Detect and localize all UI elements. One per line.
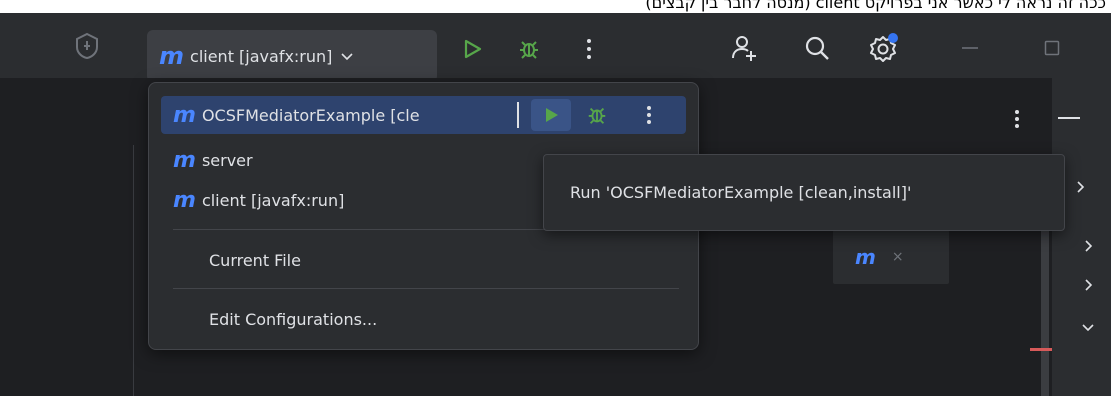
minimize-icon[interactable] [955, 33, 985, 63]
run-icon [546, 108, 558, 122]
close-icon[interactable]: × [892, 249, 904, 265]
run-button[interactable] [531, 99, 571, 131]
editor-tab[interactable]: m × [833, 230, 949, 284]
edit-configurations-label: Edit Configurations... [209, 309, 378, 329]
more-vertical-icon[interactable] [577, 32, 601, 66]
run-configuration-label: client [javafx:run] [190, 46, 333, 66]
project-widget-icon[interactable] [72, 31, 102, 61]
header-note: ככה זה נראה לי כאשר אני בפרויקט client (… [645, 0, 1106, 12]
debug-button[interactable] [577, 99, 617, 131]
notification-badge [888, 33, 898, 43]
config-item-label: client [javafx:run] [201, 190, 345, 210]
maven-icon: m [173, 147, 196, 173]
config-item-ocsfmediatorexample[interactable]: m OCSFMediatorExample [cle [161, 96, 686, 134]
chevron-down-icon [340, 51, 354, 61]
run-button[interactable] [455, 32, 489, 66]
text-cursor [517, 102, 519, 128]
add-user-icon[interactable] [727, 31, 761, 65]
chevron-right-icon[interactable] [1070, 175, 1090, 199]
more-vertical-icon[interactable] [629, 99, 669, 131]
maven-icon: m [159, 42, 185, 70]
search-icon[interactable] [800, 31, 834, 65]
maximize-icon[interactable] [1037, 33, 1067, 63]
chevron-right-icon[interactable] [1078, 234, 1098, 258]
edit-configurations-item[interactable]: Edit Configurations... [161, 302, 686, 336]
error-marker[interactable] [1030, 348, 1052, 351]
config-item-label: server [201, 150, 253, 170]
debug-button[interactable] [512, 32, 546, 66]
main-toolbar: m client [javafx:run] [0, 13, 1111, 82]
chevron-right-icon[interactable] [1078, 273, 1098, 297]
config-item-label: OCSFMediatorExample [cle [201, 105, 420, 125]
current-file-item[interactable]: Current File [161, 243, 686, 277]
menu-divider [173, 288, 679, 289]
chevron-down-icon[interactable] [1077, 316, 1099, 338]
maven-icon: m [173, 187, 196, 213]
run-tooltip: Run 'OCSFMediatorExample [clean,install]… [543, 154, 1065, 231]
more-vertical-icon[interactable] [1005, 104, 1029, 134]
debug-icon [588, 107, 606, 124]
maven-reload-icon: m [855, 245, 876, 269]
maven-icon: m [173, 102, 196, 128]
run-configuration-selector[interactable]: m client [javafx:run] [147, 30, 437, 82]
gutter-divider [133, 145, 134, 396]
title-strip: ככה זה נראה לי כאשר אני בפרויקט client (… [0, 0, 1111, 13]
current-file-label: Current File [209, 250, 301, 270]
vertical-scrollbar[interactable] [1041, 230, 1049, 396]
tooltip-text: Run 'OCSFMediatorExample [clean,install]… [570, 183, 912, 202]
settings-icon[interactable] [864, 29, 904, 67]
panel-minimize-dash[interactable] [1058, 117, 1080, 119]
run-icon [464, 39, 482, 59]
debug-icon [520, 41, 538, 59]
